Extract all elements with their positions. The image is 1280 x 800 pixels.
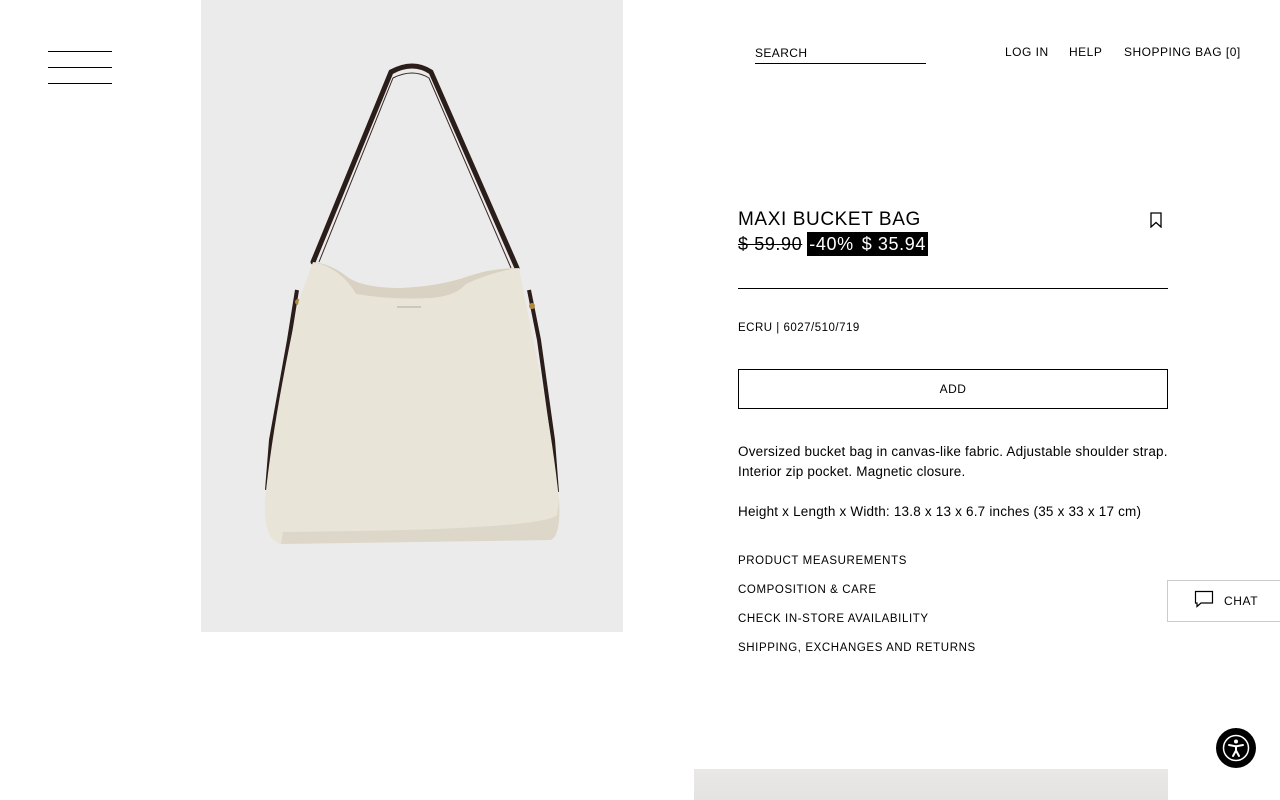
login-link[interactable]: LOG IN xyxy=(1005,45,1049,59)
product-title: MAXI BUCKET BAG xyxy=(738,209,921,230)
chat-bubble-icon xyxy=(1194,590,1214,613)
search-input[interactable] xyxy=(755,45,926,60)
accessibility-button[interactable] xyxy=(1216,728,1256,768)
search-box[interactable] xyxy=(755,44,926,64)
divider xyxy=(738,288,1168,289)
composition-care-link[interactable]: COMPOSITION & CARE xyxy=(738,584,877,596)
sale-badge: -40% $ 35.94 xyxy=(807,232,928,256)
product-image[interactable] xyxy=(201,0,623,632)
product-description: Oversized bucket bag in canvas-like fabr… xyxy=(738,444,1168,479)
chat-label: CHAT xyxy=(1224,594,1259,608)
hamburger-menu-icon[interactable] xyxy=(48,51,112,85)
menu-line xyxy=(48,67,112,68)
discount-percent: -40% xyxy=(809,233,854,254)
product-measurements-link[interactable]: PRODUCT MEASUREMENTS xyxy=(738,555,907,567)
secondary-product-image[interactable] xyxy=(694,769,1168,800)
bag-illustration xyxy=(201,0,623,632)
color-reference: ECRU | 6027/510/719 xyxy=(738,322,860,334)
sale-price: $ 35.94 xyxy=(861,233,926,254)
menu-line xyxy=(48,83,112,84)
shopping-bag-link[interactable]: SHOPPING BAG [0] xyxy=(1124,45,1241,59)
chat-button[interactable]: CHAT xyxy=(1167,580,1280,622)
bookmark-icon[interactable] xyxy=(1149,212,1163,229)
original-price: $ 59.90 xyxy=(738,233,803,254)
menu-line xyxy=(48,51,112,52)
shipping-returns-link[interactable]: SHIPPING, EXCHANGES AND RETURNS xyxy=(738,642,976,654)
help-link[interactable]: HELP xyxy=(1069,45,1102,59)
price-row: $ 59.90 -40% $ 35.94 xyxy=(738,232,928,256)
check-store-availability-link[interactable]: CHECK IN-STORE AVAILABILITY xyxy=(738,613,929,625)
accessibility-icon xyxy=(1222,734,1250,762)
add-to-bag-button[interactable]: ADD xyxy=(738,369,1168,409)
product-dimensions: Height x Length x Width: 13.8 x 13 x 6.7… xyxy=(738,504,1142,519)
